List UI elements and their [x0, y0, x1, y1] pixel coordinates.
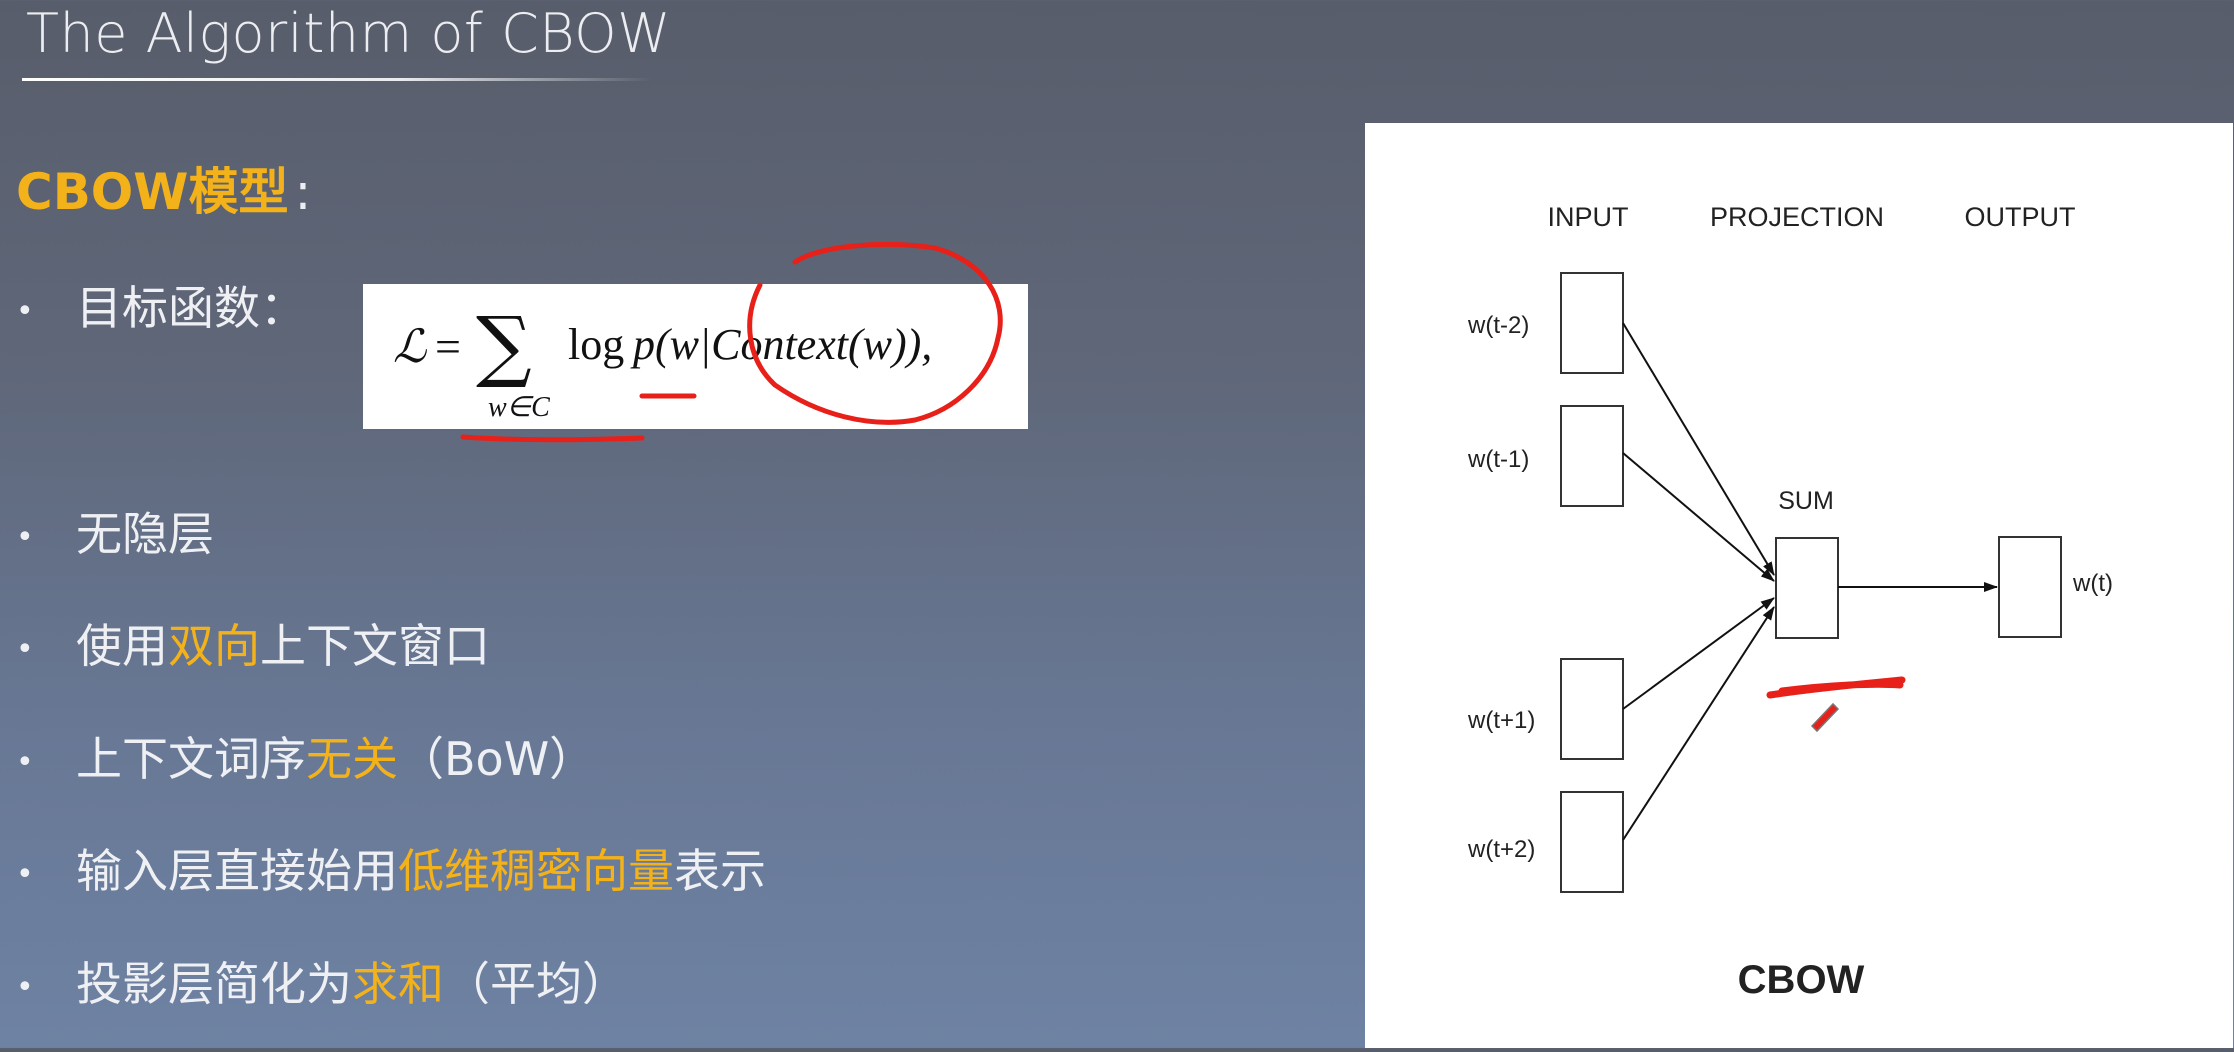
section-heading: CBOW模型: — [16, 152, 311, 224]
bullet-text-pre: 上下文词序 — [76, 732, 306, 786]
input-label-t-1: w(t-1) — [1467, 446, 1529, 473]
input-box-t-2 — [1560, 272, 1624, 374]
bullet-bidirectional-window: • 使用双向上下文窗口 — [16, 610, 490, 676]
underline-sum-annotation — [460, 434, 645, 443]
bullet-dot: • — [16, 745, 34, 780]
objective-formula: ℒ = ∑ w∈C log p(w|Context(w)), — [393, 301, 932, 423]
input-box-t+2 — [1560, 791, 1624, 893]
bullet-text-post: 表示 — [674, 844, 766, 898]
bullet-highlight: 低维稠密向量 — [398, 844, 674, 898]
bullet-word-order: • 上下文词序无关（BoW） — [16, 723, 595, 789]
input-box-t+1 — [1560, 658, 1624, 760]
heading-colon: : — [294, 163, 312, 221]
bullet-text-post: （平均） — [444, 957, 628, 1011]
formula-body: p(w|Context(w)), — [630, 320, 932, 369]
heading-text: CBOW模型 — [16, 163, 289, 221]
formula-sum: ∑ — [476, 301, 532, 391]
arrow-t-1-to-sum — [1622, 452, 1775, 582]
arrow-t+1-to-sum — [1622, 597, 1775, 710]
bullet-dot: • — [16, 857, 34, 892]
bullet-highlight: 双向 — [168, 619, 260, 673]
bullet-dot: • — [16, 970, 34, 1005]
output-box — [1998, 536, 2062, 638]
bullet-objective: • 目标函数： — [16, 272, 306, 338]
cbow-diagram-panel: INPUT PROJECTION OUTPUT w(t-2) w(t-1) w(… — [1365, 123, 2233, 1048]
arrow-t-2-to-sum — [1622, 322, 1775, 576]
bullet-dot: • — [16, 632, 34, 667]
bullet-text-pre: 投影层简化为 — [76, 957, 352, 1011]
bullet-dot: • — [16, 294, 34, 329]
header-projection: PROJECTION — [1710, 202, 1884, 232]
bullet-text: 无隐层 — [76, 507, 214, 561]
sum-box — [1775, 537, 1839, 639]
bullet-text: 目标函数： — [76, 281, 306, 335]
bullet-dense-vectors: • 输入层直接始用低维稠密向量表示 — [16, 835, 766, 901]
bullet-text-pre: 使用 — [76, 619, 168, 673]
bullet-text-pre: 输入层直接始用 — [76, 844, 398, 898]
formula-lhs: ℒ — [393, 321, 427, 372]
formula-equals: = — [435, 321, 461, 372]
formula-log: log — [568, 320, 624, 369]
formula-sum-subscript: w∈C — [488, 392, 550, 423]
bullet-text-post: 上下文窗口 — [260, 619, 490, 673]
slide-title: The Algorithm of CBOW — [26, 2, 672, 65]
formula-box: ℒ = ∑ w∈C log p(w|Context(w)), — [363, 284, 1028, 429]
cbow-diagram: INPUT PROJECTION OUTPUT w(t-2) w(t-1) w(… — [1467, 202, 2113, 1002]
diagram-caption: CBOW — [1738, 958, 1865, 1002]
bullet-highlight: 求和 — [352, 957, 444, 1011]
input-label-t+2: w(t+2) — [1467, 836, 1535, 863]
title-underline — [22, 78, 652, 81]
bullet-text-post: （BoW） — [398, 732, 596, 786]
header-input: INPUT — [1548, 202, 1629, 232]
input-box-t-1 — [1560, 405, 1624, 507]
sum-label: SUM — [1778, 487, 1834, 515]
bullet-dot: • — [16, 520, 34, 555]
output-label: w(t) — [2072, 570, 2113, 597]
bullet-sum-projection: • 投影层简化为求和（平均） — [16, 948, 628, 1014]
bullet-highlight: 无关 — [306, 732, 398, 786]
bullet-no-hidden-layer: • 无隐层 — [16, 498, 214, 564]
arrow-t+2-to-sum — [1622, 606, 1775, 841]
header-output: OUTPUT — [1965, 202, 2076, 232]
input-label-t+1: w(t+1) — [1467, 707, 1535, 734]
input-label-t-2: w(t-2) — [1467, 312, 1529, 339]
